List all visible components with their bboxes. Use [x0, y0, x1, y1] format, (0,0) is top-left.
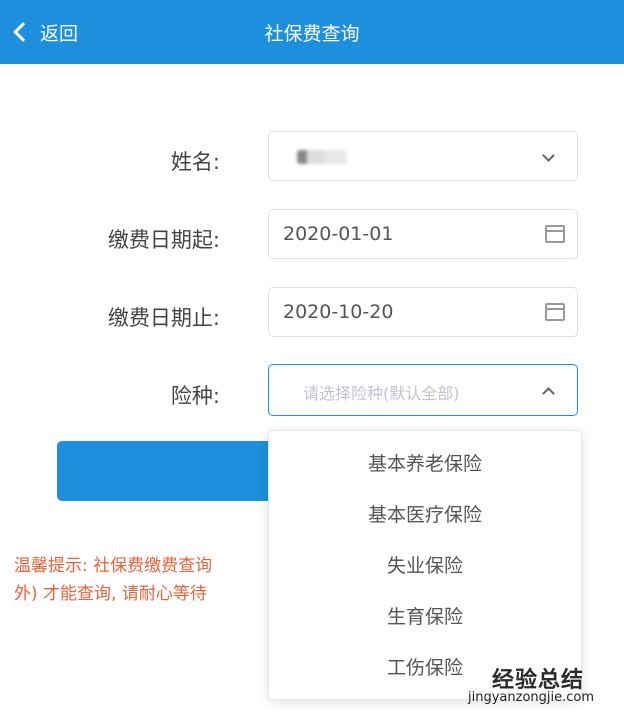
dropdown-option[interactable]: 基本医疗保险 [269, 500, 581, 527]
insurance-placeholder: 请选择险种(默认全部) [303, 384, 460, 403]
watermark: 经验总结 jingyanzongjie.com [468, 662, 618, 710]
start-date-value: 2020-01-01 [283, 223, 394, 245]
insurance-select[interactable]: 请选择险种(默认全部) [268, 364, 578, 416]
start-date-input[interactable]: 2020-01-01 [268, 209, 578, 259]
tip-line-1: 温馨提示: 社保费缴费查询 [14, 556, 213, 576]
dropdown-option[interactable]: 生育保险 [269, 602, 581, 629]
insurance-dropdown: 基本养老保险 基本医疗保险 失业保险 生育保险 工伤保险 [268, 430, 582, 700]
name-select[interactable] [268, 131, 578, 181]
tip-line-2: 外) 才能查询, 请耐心等待 [14, 584, 207, 604]
dropdown-option[interactable]: 失业保险 [269, 551, 581, 578]
blurred-name-value [297, 150, 347, 164]
watermark-url: jingyanzongjie.com [468, 690, 595, 705]
start-date-label: 缴费日期起: [107, 228, 220, 252]
end-date-label: 缴费日期止: [107, 306, 220, 330]
insurance-label: 险种: [170, 384, 220, 408]
calendar-icon[interactable] [545, 225, 565, 243]
calendar-icon[interactable] [545, 303, 565, 321]
chevron-down-icon [542, 149, 555, 162]
end-date-input[interactable]: 2020-10-20 [268, 287, 578, 337]
dropdown-option[interactable]: 基本养老保险 [269, 449, 581, 476]
name-label: 姓名: [170, 150, 220, 174]
top-bar: 返回 社保费查询 [0, 0, 624, 64]
end-date-value: 2020-10-20 [283, 301, 394, 323]
chevron-up-icon [542, 387, 555, 400]
page-title: 社保费查询 [264, 23, 360, 45]
